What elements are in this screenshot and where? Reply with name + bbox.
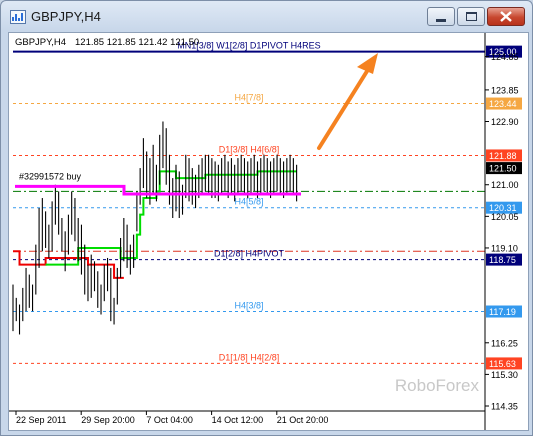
- minimize-icon: [436, 19, 446, 22]
- chart-window-icon: [10, 10, 26, 24]
- y-tick-label: 121.00: [491, 180, 519, 190]
- x-tick-label: 14 Oct 12:00: [212, 415, 264, 425]
- title-bar[interactable]: GBPJPY,H4: [1, 1, 532, 33]
- minimize-button[interactable]: [427, 7, 455, 26]
- close-button[interactable]: [487, 7, 525, 26]
- chart-symbol-label: GBPJPY,H4: [15, 37, 66, 48]
- price-chart[interactable]: MN1[3/8] W1[2/8] D1PIVOT H4RESH4[7/8]D1[…: [9, 33, 528, 430]
- y-tick-label: 124.85: [491, 52, 519, 62]
- price-tag: 118.75: [489, 255, 516, 265]
- x-tick-label: 7 Oct 04:00: [146, 415, 193, 425]
- price-tag: 117.19: [489, 307, 516, 317]
- y-tick-label: 120.05: [491, 212, 519, 222]
- x-tick-label: 22 Sep 2011: [16, 415, 66, 425]
- price-tag: 123.44: [489, 99, 517, 109]
- close-icon: [500, 11, 512, 22]
- price-tag: 115.63: [489, 359, 516, 369]
- levels-layer: MN1[3/8] W1[2/8] D1PIVOT H4RESH4[7/8]D1[…: [13, 41, 485, 364]
- y-tick-label: 114.35: [491, 402, 518, 412]
- y-tick-label: 119.10: [491, 243, 518, 253]
- price-tag: 121.88: [489, 151, 517, 161]
- y-tick-label: 116.25: [491, 338, 518, 348]
- order-label: #32991572 buy: [19, 172, 82, 182]
- current-price-tag: 121.50: [489, 164, 517, 174]
- y-tick-label: 115.30: [491, 370, 518, 380]
- x-tick-label: 21 Oct 20:00: [277, 415, 329, 425]
- window-title: GBPJPY,H4: [31, 9, 101, 24]
- level-label: D1[3/8] H4[6/8]: [219, 144, 280, 154]
- level-label: H4[5/8]: [234, 197, 263, 207]
- price-scale: 125.00123.44121.88120.31118.75117.19115.…: [484, 33, 522, 430]
- chart-area[interactable]: MN1[3/8] W1[2/8] D1PIVOT H4RES H4[7/8] D1[…: [8, 32, 529, 431]
- roboforex-watermark: RoboForex: [395, 376, 480, 395]
- order-line: [15, 184, 301, 196]
- terminal-window: GBPJPY,H4 MN1[3/8] W1[2/8] D1PIVOT H4RES…: [0, 0, 533, 436]
- level-label: D1[2/8] H4PIVOT: [214, 249, 285, 259]
- y-tick-label: 123.85: [491, 85, 519, 95]
- chart-ohlc-values: 121.85 121.85 121.42 121.50: [75, 37, 199, 48]
- level-label: D1[1/8] H4[2/8]: [219, 352, 280, 362]
- restore-button[interactable]: [457, 7, 485, 26]
- x-tick-label: 29 Sep 20:00: [81, 415, 135, 425]
- time-axis: 22 Sep 2011 29 Sep 20:00 7 Oct 04:00 14 Oct…: [9, 410, 485, 425]
- y-tick-label: 122.90: [491, 117, 519, 127]
- level-label: H4[7/8]: [234, 93, 263, 103]
- restore-icon: [466, 12, 477, 21]
- forecast-arrow: [317, 53, 378, 150]
- level-label: H4[3/8]: [234, 301, 263, 311]
